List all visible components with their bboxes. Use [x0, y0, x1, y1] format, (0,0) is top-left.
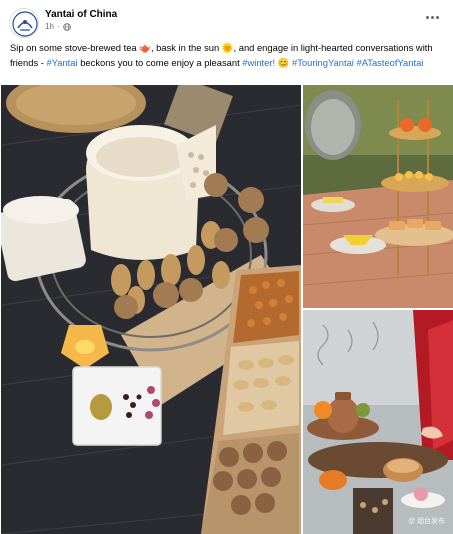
- teapot-emoji: 🫖: [139, 42, 151, 53]
- facebook-post-card: Yantai of China 1h · Sip on some stove-b…: [0, 0, 453, 534]
- hashtag-touringyantai-link[interactable]: #TouringYantai: [292, 57, 354, 68]
- smile-emoji: 😊: [277, 57, 290, 68]
- page-avatar[interactable]: [9, 8, 39, 38]
- sun-emoji: 🌞: [221, 42, 234, 53]
- hashtag-yantai-link[interactable]: #Yantai: [46, 57, 77, 68]
- yantai-logo-icon: [12, 11, 38, 37]
- hashtag-winter-link[interactable]: #winter!: [242, 57, 275, 68]
- photo-tea-stand[interactable]: [303, 85, 453, 308]
- post-timestamp[interactable]: 1h: [45, 22, 54, 31]
- globe-icon[interactable]: [62, 22, 71, 31]
- post-meta: 1h ·: [45, 22, 71, 31]
- caption-text: beckons you to come enjoy a pleasant: [77, 57, 243, 68]
- photo-tea-party[interactable]: @ 烟台发布: [303, 310, 453, 534]
- photo-main-tea-table[interactable]: [1, 85, 301, 534]
- photo-watermark: @ 烟台发布: [407, 518, 445, 525]
- meta-separator: ·: [56, 22, 60, 31]
- post-caption: Sip on some stove-brewed tea 🫖, bask in …: [10, 40, 446, 70]
- more-options-icon[interactable]: [423, 10, 441, 24]
- caption-text: , bask in the sun: [150, 42, 222, 53]
- hashtag-atasteofyantai-link[interactable]: #ATasteofYantai: [356, 57, 423, 68]
- caption-text: Sip on some stove-brewed tea: [10, 42, 140, 53]
- page-name-link[interactable]: Yantai of China: [45, 9, 117, 20]
